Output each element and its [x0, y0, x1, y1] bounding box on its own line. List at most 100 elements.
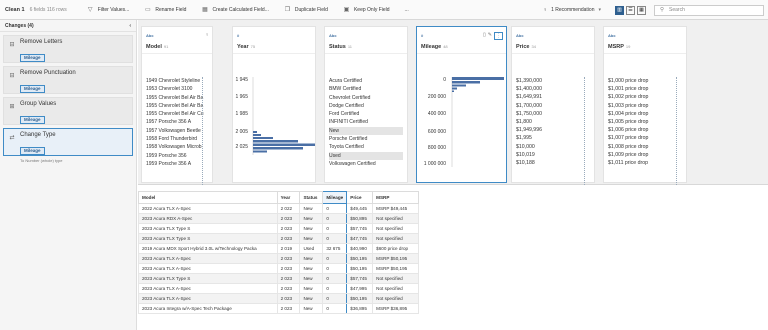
string-type-icon: Abc [146, 33, 154, 38]
value-item[interactable]: 1955 Chevrolet Bel Air Cu [146, 110, 220, 118]
value-item[interactable]: Used [329, 151, 403, 160]
column-header-price[interactable]: Price [346, 191, 374, 204]
value-item[interactable]: $10,188 [516, 159, 590, 167]
value-item[interactable]: 1949 Chevrolet Styleline [146, 77, 220, 85]
value-item[interactable]: $1,003 price drop [608, 102, 682, 110]
value-list[interactable]: 1949 Chevrolet Styleline 1953 Chevrolet 3… [146, 77, 220, 168]
column-header-mileage[interactable]: Mileage [322, 191, 348, 204]
table-row[interactable]: 2023 Acura Integra w/A-Spec Tech Package… [138, 303, 419, 314]
table-row[interactable]: 2023 Acura TLX A-Spec 2 023 New 0 $50,195 MSR… [138, 253, 419, 264]
table-row[interactable]: 2023 Acura TLX A-Spec 2 023 New 0 $50,195 Not… [138, 293, 419, 304]
profile-card-price[interactable]: Abc Price 34 $1,390,000 $1,400,000 $1,649,9… [511, 26, 595, 185]
value-item[interactable]: 1955 Chevrolet Bel Air Ba [146, 102, 220, 110]
value-item[interactable]: $1,006 price drop [608, 126, 682, 134]
scrollbar[interactable] [676, 77, 678, 185]
scrollbar[interactable] [584, 77, 586, 185]
table-row[interactable]: 2019 Acura MDX Sport Hybrid 3.0L w/Techn… [138, 243, 419, 254]
table-row[interactable]: 2023 Acura TLX Type S2 023 New 0 $57,745 Not… [138, 273, 419, 284]
table-row[interactable]: 2023 Acura TLX A-Spec 2 023 New 0 $50,195 MSR… [138, 263, 419, 274]
recommendations-button[interactable]: ♀ 1 Recommendation ▾ [543, 7, 601, 13]
column-header-year[interactable]: Year [276, 191, 301, 204]
value-item[interactable]: 1955 Chevrolet Bel Air Ba [146, 94, 220, 102]
value-item[interactable]: Porsche Certified [329, 135, 403, 143]
change-card-group-values[interactable]: ⊞ Group Values Mileage " " replaced by "… [3, 97, 133, 132]
value-item[interactable]: $1,008 price drop [608, 143, 682, 151]
table-row[interactable]: 2023 Acura TLX Type S2 023 New 0 $47,745 Not… [138, 233, 419, 244]
value-item[interactable]: $1,004 price drop [608, 110, 682, 118]
value-item[interactable]: $1,005 price drop [608, 118, 682, 126]
value-item[interactable]: $1,649,991 [516, 93, 590, 101]
lightbulb-icon[interactable]: ♀ [205, 32, 209, 38]
value-item[interactable]: $1,400,000 [516, 85, 590, 93]
toolbar-right: ♀ 1 Recommendation ▾ ▥ ☰ ▦ ⚲ Search [543, 0, 768, 20]
value-item[interactable]: Acura Certified [329, 77, 403, 85]
value-item[interactable]: $1,011 price drop [608, 159, 682, 167]
value-item[interactable]: $1,000 price drop [608, 77, 682, 85]
scrollbar[interactable] [202, 77, 204, 185]
value-item[interactable]: $1,007 price drop [608, 134, 682, 142]
value-item[interactable]: Chevrolet Certified [329, 94, 403, 102]
profile-card-msrp[interactable]: Abc MSRP 19 $1,000 price drop $1,001 price… [603, 26, 687, 185]
duplicate-field-button[interactable]: ❐ Duplicate Field [284, 6, 328, 14]
profile-card-mileage[interactable]: # ▯ ✎ ⋮ Mileage 48 0 200 000 400 000 600 00… [416, 26, 507, 183]
value-item[interactable]: $1,995 [516, 134, 590, 142]
value-item[interactable]: $10,000 [516, 143, 590, 151]
value-item[interactable]: INFINITI Certified [329, 118, 403, 126]
value-item[interactable]: BMW Certified [329, 85, 403, 93]
field-name: Status 11 [329, 44, 352, 50]
change-card-remove-punctuation[interactable]: ⊟ Remove Punctuation Mileage Removes pun… [3, 66, 133, 101]
table-cell: 2023 Acura TLX A-Spec [138, 283, 278, 294]
profile-card-year[interactable]: # Year 75 1 945 1 965 1 985 2 005 2 025 [232, 26, 316, 183]
value-item[interactable]: Toyota Certified [329, 143, 403, 151]
value-item[interactable]: $1,800 [516, 118, 590, 126]
value-item[interactable]: $1,700,000 [516, 102, 590, 110]
table-cell: 2 023 [276, 253, 301, 264]
column-header-model[interactable]: Model [138, 191, 278, 204]
search-input[interactable]: ⚲ Search [654, 4, 764, 16]
value-item[interactable]: Volkswagen Certified [329, 160, 403, 168]
change-card-change-type[interactable]: ⇄ Change Type Mileage To Number (whole) … [3, 128, 133, 163]
value-item[interactable]: New [329, 126, 403, 136]
more-button[interactable]: ... [405, 7, 409, 13]
value-item[interactable]: $1,002 price drop [608, 93, 682, 101]
column-header-status[interactable]: Status [299, 191, 324, 204]
value-item[interactable]: $1,009 price drop [608, 151, 682, 159]
value-item[interactable]: $1,949,996 [516, 126, 590, 134]
value-item[interactable]: $1,390,000 [516, 77, 590, 85]
value-item[interactable]: $1,750,000 [516, 110, 590, 118]
table-cell: MSRP $49,445 [372, 203, 419, 214]
value-item[interactable]: 1953 Chevrolet 3100 [146, 85, 220, 93]
value-item[interactable]: 1959 Porsche 356 A [146, 160, 220, 168]
value-item[interactable]: 1958 Ford Thunderbird [146, 135, 220, 143]
create-calculated-field-button[interactable]: ▦ Create Calculated Field... [201, 6, 269, 14]
value-item[interactable]: 1957 Volkswagen Beetle [146, 127, 220, 135]
profile-card-model[interactable]: Abc ♀ Model 91 1949 Chevrolet Styleline 19… [141, 26, 213, 185]
value-item[interactable]: 1959 Porsche 356 [146, 152, 220, 160]
year-histogram[interactable] [233, 27, 317, 184]
value-item[interactable]: $1,001 price drop [608, 85, 682, 93]
column-header-msrp[interactable]: MSRP [372, 191, 419, 204]
value-item[interactable]: 1957 Porsche 356 A [146, 118, 220, 126]
collapse-icon[interactable]: ‹ [129, 23, 131, 29]
value-item[interactable]: Dodge Certified [329, 102, 403, 110]
value-item[interactable]: $10,019 [516, 151, 590, 159]
value-list[interactable]: $1,390,000 $1,400,000 $1,649,991 $1,700,000… [516, 77, 590, 167]
table-row[interactable]: 2023 Acura TLX A-Spec 2 023 New 0 $47,995 Not… [138, 283, 419, 294]
profile-card-status[interactable]: Abc Status 11 Acura Certified BMW Certifie… [324, 26, 408, 183]
table-row[interactable]: 2022 Acura TLX A-Spec 2 022 New 0 $49,445 MSR… [138, 203, 419, 214]
filter-values-button[interactable]: ▽ Filter Values... [87, 6, 129, 14]
table-row[interactable]: 2023 Acura TLX Type S2 023 New 0 $57,745 Not… [138, 223, 419, 234]
profile-view-icon[interactable]: ▥ [615, 5, 624, 15]
value-item[interactable]: 1958 Volkswagen Microb [146, 143, 220, 151]
table-cell: 0 [322, 203, 348, 214]
keep-only-field-button[interactable]: ▣ Keep Only Field [343, 6, 390, 14]
rename-field-button[interactable]: ▭ Rename Field [144, 6, 186, 14]
mileage-histogram[interactable] [417, 27, 508, 184]
value-item[interactable]: Ford Certified [329, 110, 403, 118]
list-view-icon[interactable]: ☰ [626, 5, 635, 15]
change-card-remove-letters[interactable]: ⊟ Remove Letters Mileage Removes letters… [3, 35, 133, 70]
table-row[interactable]: 2023 Acura RDX A-Spec 2 023 New 0 $50,895 Not… [138, 213, 419, 224]
grid-view-icon[interactable]: ▦ [637, 5, 646, 15]
value-list[interactable]: Acura Certified BMW Certified Chevrolet Ce… [329, 77, 403, 168]
value-list[interactable]: $1,000 price drop $1,001 price drop $1,002… [608, 77, 682, 167]
